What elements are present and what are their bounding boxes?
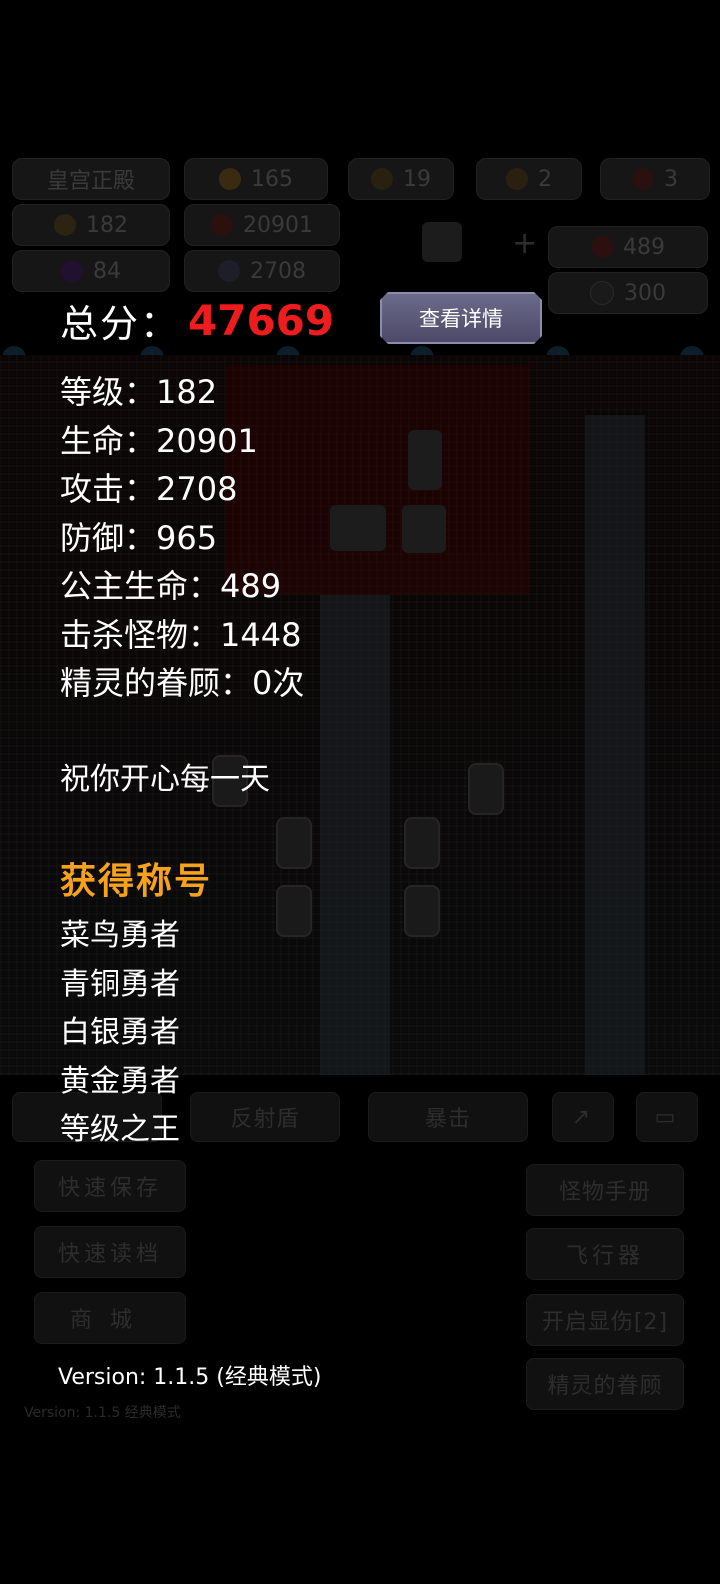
barrel-icon <box>404 885 440 937</box>
pillar <box>585 415 645 1075</box>
crown-icon <box>54 214 76 236</box>
atk-value: 2708 <box>250 258 306 284</box>
key3-value: 3 <box>664 166 678 192</box>
level-chip: 182 <box>12 204 170 246</box>
princess-hp-value: 489 <box>623 234 665 260</box>
heart-icon <box>211 214 233 236</box>
wish-message: 祝你开心每一天 <box>60 762 270 797</box>
button-label: 商城 <box>69 1308 150 1333</box>
pillar <box>320 595 390 1075</box>
stat-princess-hp: 公主生命：489 <box>60 567 282 605</box>
title-item: 菜鸟勇者 <box>60 918 180 953</box>
location-chip: 皇宫正殿 <box>12 158 170 200</box>
score-label: 总分： <box>60 301 181 346</box>
coin-icon <box>219 168 241 190</box>
guard-sprite-icon <box>402 505 446 553</box>
key-icon <box>632 168 654 190</box>
stat-kills: 击杀怪物：1448 <box>60 615 302 654</box>
key-icon <box>506 168 528 190</box>
fly-skill-button[interactable]: ↗ <box>552 1092 614 1142</box>
sword-icon <box>218 260 240 282</box>
key2-chip: 2 <box>476 158 582 200</box>
show-damage-button[interactable]: 开启显伤[2] <box>526 1294 684 1346</box>
title-item: 黄金勇者 <box>60 1063 180 1099</box>
stat-hp: 生命：20901 <box>60 421 258 460</box>
shield-chip: 300 <box>548 272 708 314</box>
hp-chip: 20901 <box>184 204 340 246</box>
key1-value: 19 <box>403 166 431 192</box>
view-details-button[interactable]: 查看详情 <box>380 292 542 344</box>
background-version-text: Version: 1.1.5 经典模式 <box>24 1405 181 1421</box>
title-item: 白银勇者 <box>60 1015 180 1050</box>
button-label: 快速保存 <box>57 1176 162 1201</box>
monster-manual-button[interactable]: 怪物手册 <box>526 1164 684 1216</box>
gem-icon <box>61 260 83 282</box>
stat-spirit-favor: 精灵的眷顾：0次 <box>60 664 305 702</box>
monster-sprite-icon <box>330 505 386 551</box>
button-label: 开启显伤[2] <box>541 1310 669 1335</box>
shield-icon <box>590 281 614 305</box>
arrow-icon: ↗ <box>571 1104 595 1130</box>
barrel-icon <box>468 763 504 815</box>
gold-chip: 165 <box>184 158 328 200</box>
stat-attack: 攻击：2708 <box>60 470 238 508</box>
stat-level: 等级：182 <box>60 373 218 411</box>
button-label: 飞行器 <box>565 1244 644 1269</box>
bag-icon: ▭ <box>654 1104 680 1130</box>
titles-list: 菜鸟勇者 青铜勇者 白银勇者 黄金勇者 等级之王 <box>60 912 180 1155</box>
hp-value: 20901 <box>243 212 313 238</box>
quick-save-button[interactable]: 快速保存 <box>34 1160 186 1212</box>
plus-icon: + <box>512 226 538 261</box>
level-value: 182 <box>86 212 128 238</box>
def-chip: 84 <box>12 250 170 292</box>
titles-heading: 获得称号 <box>60 861 213 902</box>
princess-sprite-icon <box>422 222 462 262</box>
critical-button[interactable]: 暴击 <box>368 1092 528 1142</box>
barrel-icon <box>276 817 312 869</box>
key1-chip: 19 <box>348 158 454 200</box>
version-text: Version: 1.1.5 (经典模式) <box>58 1365 322 1390</box>
skill-label: 暴击 <box>424 1107 471 1132</box>
key2-value: 2 <box>538 166 552 192</box>
flyer-button[interactable]: 飞行器 <box>526 1228 684 1280</box>
reflect-shield-button[interactable]: 反射盾 <box>190 1092 340 1142</box>
gold-value: 165 <box>251 166 293 192</box>
king-sprite-icon <box>408 430 442 490</box>
inventory-button[interactable]: ▭ <box>636 1092 698 1142</box>
button-label: 精灵的眷顾 <box>547 1374 663 1399</box>
score-value: 47669 <box>188 295 335 345</box>
key-icon <box>371 168 393 190</box>
title-item: 等级之王 <box>60 1112 180 1147</box>
title-item: 青铜勇者 <box>60 966 180 1002</box>
barrel-icon <box>276 885 312 937</box>
heart-icon <box>591 236 613 258</box>
button-label: 快速读档 <box>57 1242 162 1267</box>
atk-chip: 2708 <box>184 250 340 292</box>
stat-defense: 防御：965 <box>60 518 218 557</box>
princess-hp-chip: 489 <box>548 226 708 268</box>
quick-load-button[interactable]: 快速读档 <box>34 1226 186 1278</box>
skill-label: 反射盾 <box>230 1107 300 1132</box>
shop-button[interactable]: 商城 <box>34 1292 186 1344</box>
stats-list: 等级：182 生命：20901 攻击：2708 防御：965 公主生命：489 … <box>60 368 304 708</box>
def-value: 84 <box>93 258 121 284</box>
shield-value: 300 <box>624 280 666 306</box>
view-details-label: 查看详情 <box>419 307 503 331</box>
location-label: 皇宫正殿 <box>46 169 135 194</box>
total-score: 总分： 47669 <box>60 290 334 350</box>
spirit-favor-button[interactable]: 精灵的眷顾 <box>526 1358 684 1410</box>
key3-chip: 3 <box>600 158 710 200</box>
barrel-icon <box>404 817 440 869</box>
button-label: 怪物手册 <box>558 1180 651 1205</box>
